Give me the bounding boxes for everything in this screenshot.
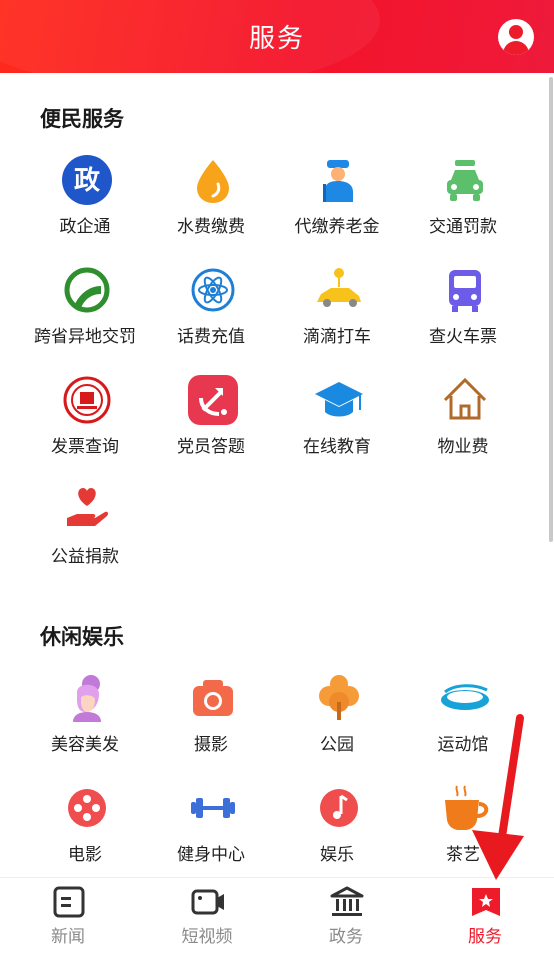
service-label: 政企通: [59, 217, 111, 237]
service-item-charity[interactable]: 公益捐款: [25, 484, 145, 584]
service-label: 美容美发: [51, 735, 119, 755]
service-item-photography[interactable]: 摄影: [151, 672, 271, 772]
bottom-tab-bar: 新闻 短视频 政务 服务: [0, 877, 554, 956]
taxi-icon: [317, 268, 361, 307]
camera-icon: [193, 680, 233, 716]
party-icon: [188, 375, 238, 425]
service-label: 党员答题: [177, 437, 245, 457]
svg-text:政: 政: [74, 165, 100, 196]
service-item-pension[interactable]: 代缴养老金: [277, 154, 397, 254]
service-item-traffic-fine[interactable]: 交通罚款: [403, 154, 523, 254]
tab-label: 政务: [329, 927, 363, 947]
gov-icon: 政: [62, 155, 112, 205]
service-item-phone-recharge[interactable]: 话费充值: [151, 264, 271, 364]
tab-services[interactable]: 服务: [425, 878, 545, 956]
service-label: 在线教育: [303, 437, 371, 457]
tab-news[interactable]: 新闻: [8, 878, 128, 956]
service-item-fitness[interactable]: 健身中心: [151, 782, 271, 882]
service-item-online-education[interactable]: 在线教育: [277, 374, 397, 474]
section-title-convenience: 便民服务: [40, 107, 124, 131]
service-label: 物业费: [437, 437, 489, 457]
service-item-didi[interactable]: 滴滴打车: [277, 264, 397, 364]
service-label: 话费充值: [177, 327, 245, 347]
tab-label: 服务: [468, 927, 502, 947]
charity-hand-icon: [67, 488, 109, 526]
car-icon: [447, 160, 483, 201]
film-reel-icon: [68, 789, 106, 827]
service-item-party-quiz[interactable]: 党员答题: [151, 374, 271, 474]
house-icon: [443, 377, 487, 420]
stadium-icon: [441, 684, 489, 710]
road-icon: [64, 267, 110, 313]
service-label: 运动馆: [437, 735, 489, 755]
user-profile-icon[interactable]: [498, 19, 534, 55]
water-drop-icon: [197, 160, 229, 203]
tab-short-video[interactable]: 短视频: [147, 878, 267, 956]
header-bar: 服务: [0, 0, 554, 73]
service-item-invoice[interactable]: 发票查询: [25, 374, 145, 474]
service-item-park[interactable]: 公园: [277, 672, 397, 772]
tab-label: 短视频: [181, 927, 233, 947]
service-label: 摄影: [194, 735, 228, 755]
emblem-icon: [63, 376, 111, 424]
service-item-stadium[interactable]: 运动馆: [403, 672, 523, 772]
atom-icon: [191, 268, 235, 312]
dumbbell-icon: [191, 798, 235, 818]
service-label: 娱乐: [320, 845, 354, 865]
music-note-icon: [320, 789, 358, 827]
service-label: 公园: [320, 735, 354, 755]
elder-person-icon: [323, 160, 353, 202]
tab-label: 新闻: [51, 927, 85, 947]
tab-government[interactable]: 政务: [286, 878, 406, 956]
scrollbar[interactable]: [549, 77, 553, 542]
service-label: 茶艺: [446, 845, 480, 865]
service-label: 代缴养老金: [294, 217, 380, 237]
service-label: 水费缴费: [177, 217, 245, 237]
news-icon: [53, 886, 85, 918]
service-item-entertainment[interactable]: 娱乐: [277, 782, 397, 882]
service-item-zhengqitong[interactable]: 政 政企通: [25, 154, 145, 254]
service-item-tea[interactable]: 茶艺: [403, 782, 523, 882]
service-label: 查火车票: [429, 327, 497, 347]
service-label: 交通罚款: [429, 217, 497, 237]
service-item-property-fee[interactable]: 物业费: [403, 374, 523, 474]
service-item-train-ticket[interactable]: 查火车票: [403, 264, 523, 364]
tree-icon: [319, 675, 359, 720]
service-item-water-bill[interactable]: 水费缴费: [151, 154, 271, 254]
section-title-leisure: 休闲娱乐: [40, 625, 124, 649]
video-camera-icon: [191, 889, 224, 915]
beauty-icon: [73, 675, 101, 722]
service-label: 发票查询: [51, 437, 119, 457]
bookmark-star-icon: [472, 888, 500, 916]
service-item-cross-province-fine[interactable]: 跨省异地交罚: [25, 264, 145, 364]
tea-cup-icon: [445, 785, 489, 830]
service-label: 健身中心: [177, 845, 245, 865]
service-label: 跨省异地交罚: [34, 327, 136, 347]
service-item-movie[interactable]: 电影: [25, 782, 145, 882]
government-building-icon: [330, 886, 364, 916]
service-label: 电影: [68, 845, 102, 865]
page-title: 服务: [248, 24, 305, 54]
service-label: 公益捐款: [51, 547, 119, 567]
service-item-beauty[interactable]: 美容美发: [25, 672, 145, 772]
train-icon: [449, 270, 481, 312]
graduation-cap-icon: [315, 382, 363, 417]
service-label: 滴滴打车: [303, 327, 371, 347]
